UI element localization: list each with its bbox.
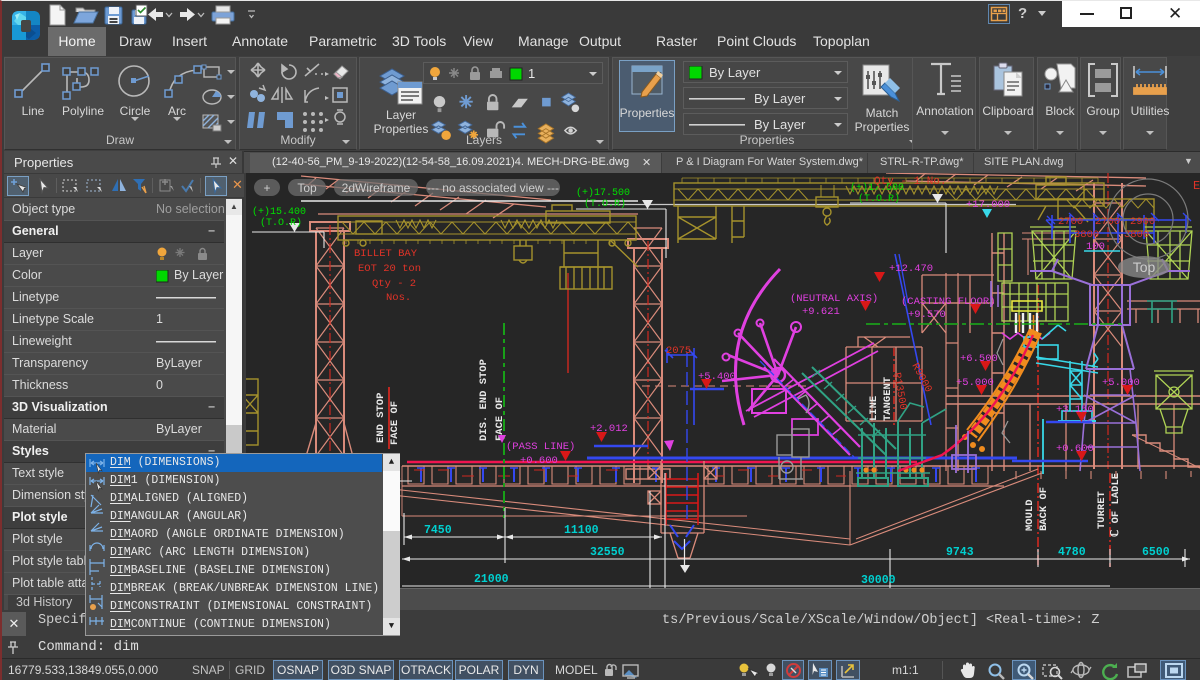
svg-text:3800: 3800 (1074, 229, 1099, 241)
svg-text:2900: 2900 (1130, 216, 1155, 228)
svg-text:ℂ OF LADLE: ℂ OF LADLE (1109, 473, 1122, 537)
svg-text:Nos.: Nos. (386, 292, 411, 304)
svg-text:Top: Top (297, 181, 317, 195)
svg-text:11100: 11100 (564, 524, 599, 537)
svg-text:+5.000: +5.000 (956, 377, 994, 389)
svg-text:+12.470: +12.470 (889, 263, 933, 275)
svg-text:EOT 20 ton: EOT 20 ton (358, 263, 421, 275)
svg-text:END STOP: END STOP (375, 393, 387, 443)
svg-text:FACE OF: FACE OF (389, 401, 401, 445)
svg-text:+5.000: +5.000 (1102, 377, 1140, 389)
svg-text:+0.600: +0.600 (1056, 443, 1094, 455)
svg-text:30000: 30000 (861, 574, 896, 587)
svg-text:LINE: LINE (868, 396, 880, 421)
svg-text:+9.570: +9.570 (908, 309, 946, 321)
svg-text:(CASTING FLOOR): (CASTING FLOOR) (901, 296, 996, 308)
svg-text:2dWireframe: 2dWireframe (342, 181, 411, 195)
svg-text:(T.O.R): (T.O.R) (260, 217, 302, 229)
svg-text:Qty - 1 No.: Qty - 1 No. (874, 176, 947, 188)
svg-text:100: 100 (1086, 241, 1105, 253)
svg-text:2700: 2700 (1058, 216, 1083, 228)
svg-text:32550: 32550 (590, 546, 625, 559)
svg-text:E: E (1193, 179, 1200, 193)
svg-text:2075: 2075 (666, 345, 691, 357)
svg-text:BACK OF: BACK OF (1038, 487, 1050, 531)
svg-text:BILLET BAY: BILLET BAY (354, 248, 418, 260)
svg-text:+3.150: +3.150 (1056, 404, 1094, 416)
svg-text:7450: 7450 (424, 524, 452, 537)
svg-text:DIS. END STOP: DIS. END STOP (478, 359, 490, 441)
svg-text:MOULD: MOULD (1024, 499, 1036, 531)
svg-text:Top: Top (1133, 259, 1156, 275)
svg-text:(T.O.R): (T.O.R) (858, 193, 900, 205)
svg-text:--- no associated view ---: --- no associated view --- (427, 181, 559, 195)
svg-text:9743: 9743 (946, 546, 974, 559)
svg-text:TANGENT: TANGENT (882, 377, 894, 421)
svg-text:4780: 4780 (1058, 546, 1086, 559)
svg-text:(+)15.400: (+)15.400 (252, 206, 306, 218)
svg-text:+: + (263, 181, 270, 195)
svg-text:R9000: R9000 (908, 361, 933, 394)
svg-text:(+)17.500: (+)17.500 (576, 187, 630, 199)
svg-text:(T.O.R): (T.O.R) (584, 198, 626, 210)
svg-text:FACE OF: FACE OF (494, 397, 506, 441)
svg-text:6500: 6500 (1142, 546, 1170, 559)
svg-text:+9.621: +9.621 (802, 306, 840, 318)
svg-text:21000: 21000 (474, 573, 509, 586)
svg-text:+6.500: +6.500 (960, 353, 998, 365)
svg-text:+2.012: +2.012 (590, 423, 628, 435)
svg-text:+0.600: +0.600 (520, 455, 558, 467)
svg-text:3800: 3800 (1124, 229, 1149, 241)
svg-text:Qty - 2: Qty - 2 (372, 278, 416, 290)
svg-text:TURRET: TURRET (1096, 491, 1108, 529)
